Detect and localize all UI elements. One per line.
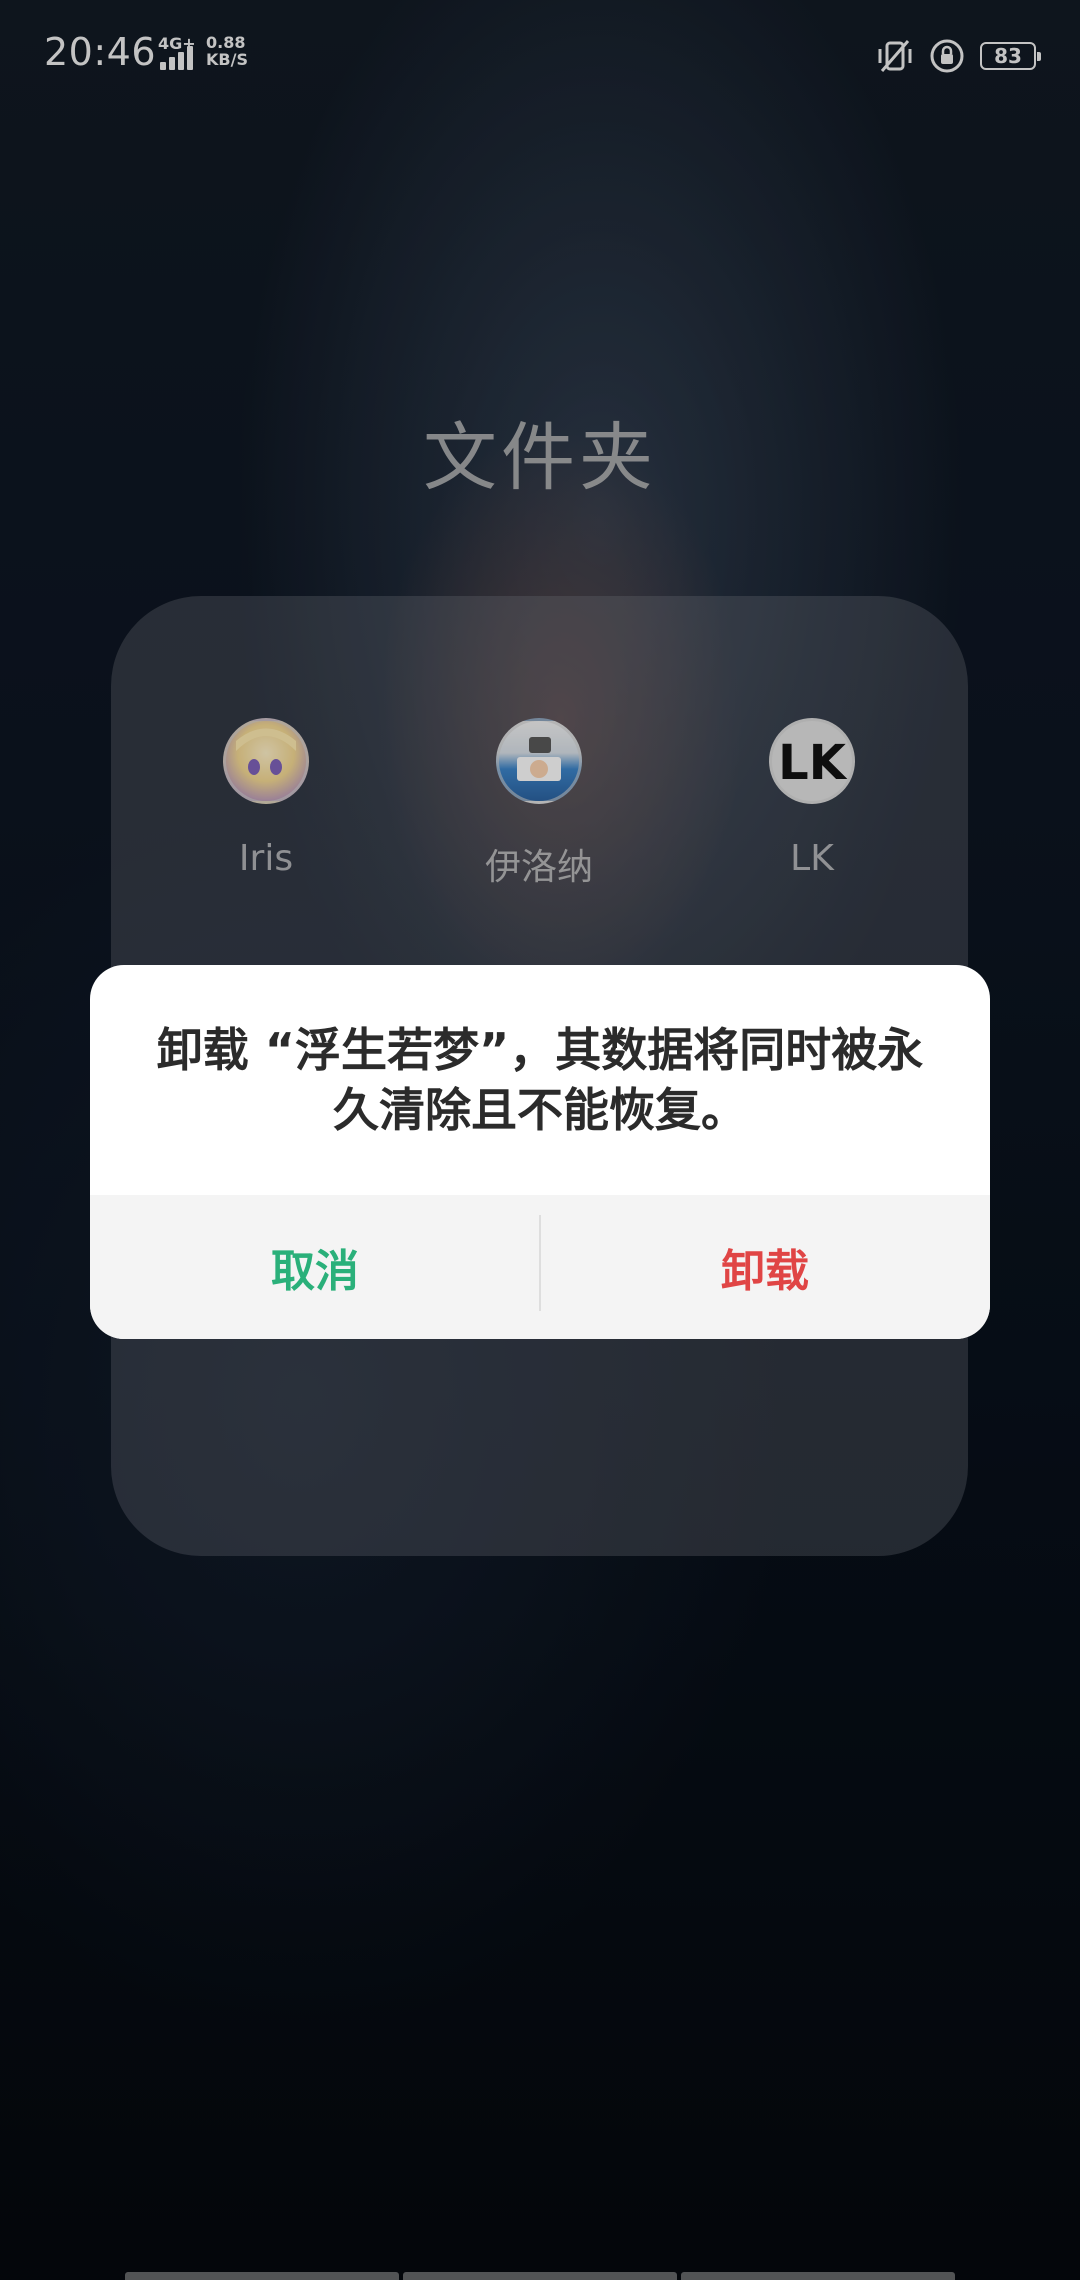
uninstall-button[interactable]: 卸载 bbox=[540, 1195, 990, 1339]
navigation-gesture-bar[interactable] bbox=[125, 2272, 955, 2280]
dialog-actions: 取消 卸载 bbox=[90, 1195, 990, 1339]
cancel-button[interactable]: 取消 bbox=[90, 1195, 540, 1339]
uninstall-dialog: 卸载 “浮生若梦”，其数据将同时被永久清除且不能恢复。 取消 卸载 bbox=[90, 965, 990, 1339]
dialog-message: 卸载 “浮生若梦”，其数据将同时被永久清除且不能恢复。 bbox=[156, 1023, 924, 1137]
button-divider bbox=[539, 1215, 541, 1311]
